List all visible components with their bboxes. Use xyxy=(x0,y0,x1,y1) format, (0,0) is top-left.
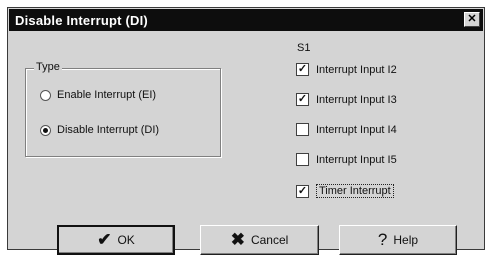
x-icon: ✖ xyxy=(230,230,245,249)
checkbox-interrupt-input-i3[interactable]: ✓ Interrupt Input I3 xyxy=(296,93,397,106)
radio-label: Enable Interrupt (EI) xyxy=(57,89,157,101)
cancel-label: Cancel xyxy=(250,233,289,247)
checkbox-label: Interrupt Input I3 xyxy=(316,93,397,106)
close-icon: ✕ xyxy=(467,13,477,25)
close-button[interactable]: ✕ xyxy=(464,12,480,27)
dialog-window: Disable Interrupt (DI) ✕ Type Enable Int… xyxy=(7,7,485,255)
ok-button[interactable]: ✔ OK xyxy=(57,225,175,255)
checkbox-label-focused: Timer Interrupt xyxy=(316,184,394,198)
checkmark-icon: ✔ xyxy=(97,230,112,249)
checkbox-interrupt-input-i4[interactable]: Interrupt Input I4 xyxy=(296,123,397,136)
help-button[interactable]: ? Help xyxy=(339,225,457,255)
checkbox-unchecked-icon xyxy=(296,123,309,136)
checkbox-timer-interrupt[interactable]: ✓ Timer Interrupt xyxy=(296,184,394,198)
radio-disable-interrupt[interactable]: Disable Interrupt (DI) xyxy=(40,124,159,136)
s1-label: S1 xyxy=(297,42,311,54)
type-groupbox: Type Enable Interrupt (EI) Disable Inter… xyxy=(25,61,221,157)
checkbox-label: Interrupt Input I5 xyxy=(316,153,397,166)
radio-label: Disable Interrupt (DI) xyxy=(57,124,160,136)
checkbox-checked-icon: ✓ xyxy=(296,93,309,106)
help-label: Help xyxy=(393,233,419,247)
radio-button-selected-icon xyxy=(40,124,51,136)
type-group-label: Type xyxy=(34,61,62,73)
checkbox-interrupt-input-i5[interactable]: Interrupt Input I5 xyxy=(296,153,397,166)
radio-button-icon xyxy=(40,89,51,101)
ok-label: OK xyxy=(117,233,135,247)
radio-enable-interrupt[interactable]: Enable Interrupt (EI) xyxy=(40,89,156,101)
checkbox-checked-icon: ✓ xyxy=(296,63,309,76)
checkbox-interrupt-input-i2[interactable]: ✓ Interrupt Input I2 xyxy=(296,63,397,76)
question-mark-icon: ? xyxy=(377,230,388,249)
dialog-title: Disable Interrupt (DI) xyxy=(15,13,148,28)
checkbox-label: Interrupt Input I2 xyxy=(316,63,397,76)
cancel-button[interactable]: ✖ Cancel xyxy=(200,225,319,255)
checkbox-unchecked-icon xyxy=(296,153,309,166)
checkbox-label: Interrupt Input I4 xyxy=(316,123,397,136)
title-bar[interactable]: Disable Interrupt (DI) ✕ xyxy=(9,9,483,31)
checkbox-checked-icon: ✓ xyxy=(296,184,309,198)
